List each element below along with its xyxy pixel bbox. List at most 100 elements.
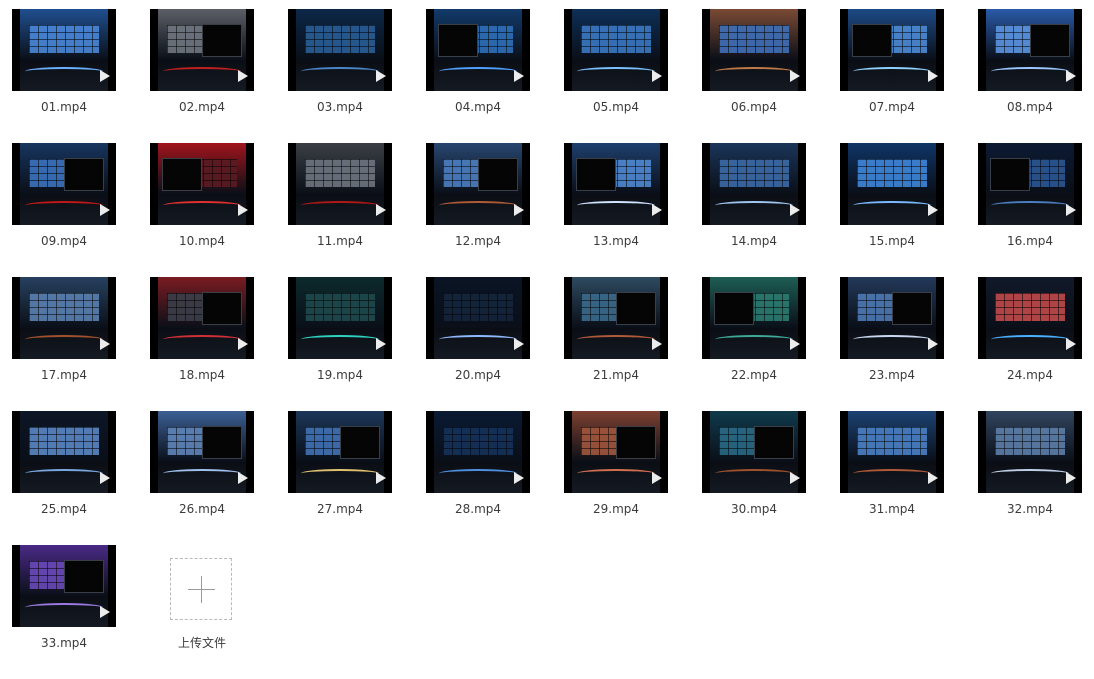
video-file-item[interactable]: 22.mp4 [702, 277, 806, 411]
play-icon[interactable] [514, 70, 524, 82]
video-thumbnail[interactable] [288, 143, 392, 225]
play-icon[interactable] [514, 472, 524, 484]
play-icon[interactable] [928, 204, 938, 216]
video-thumbnail[interactable] [12, 277, 116, 359]
play-icon[interactable] [376, 204, 386, 216]
play-icon[interactable] [652, 204, 662, 216]
video-thumbnail[interactable] [978, 143, 1082, 225]
video-thumbnail[interactable] [426, 277, 530, 359]
video-file-item[interactable]: 23.mp4 [840, 277, 944, 411]
video-thumbnail[interactable] [12, 9, 116, 91]
video-file-item[interactable]: 27.mp4 [288, 411, 392, 545]
video-file-item[interactable]: 02.mp4 [150, 9, 254, 143]
video-file-item[interactable]: 11.mp4 [288, 143, 392, 277]
video-file-item[interactable]: 15.mp4 [840, 143, 944, 277]
video-thumbnail[interactable] [12, 411, 116, 493]
play-icon[interactable] [376, 70, 386, 82]
play-icon[interactable] [100, 204, 110, 216]
video-file-item[interactable]: 20.mp4 [426, 277, 530, 411]
play-icon[interactable] [100, 70, 110, 82]
video-thumbnail[interactable] [840, 9, 944, 91]
video-thumbnail[interactable] [426, 143, 530, 225]
video-file-item[interactable]: 31.mp4 [840, 411, 944, 545]
video-file-item[interactable]: 01.mp4 [12, 9, 116, 143]
play-icon[interactable] [1066, 204, 1076, 216]
play-icon[interactable] [514, 204, 524, 216]
play-icon[interactable] [238, 70, 248, 82]
play-icon[interactable] [652, 472, 662, 484]
video-thumbnail[interactable] [426, 411, 530, 493]
play-icon[interactable] [238, 472, 248, 484]
video-thumbnail[interactable] [978, 9, 1082, 91]
video-file-item[interactable]: 26.mp4 [150, 411, 254, 545]
video-file-item[interactable]: 06.mp4 [702, 9, 806, 143]
play-icon[interactable] [100, 606, 110, 618]
video-thumbnail[interactable] [150, 143, 254, 225]
video-file-item[interactable]: 12.mp4 [426, 143, 530, 277]
video-file-item[interactable]: 24.mp4 [978, 277, 1082, 411]
video-file-item[interactable]: 16.mp4 [978, 143, 1082, 277]
video-thumbnail[interactable] [840, 411, 944, 493]
video-file-item[interactable]: 18.mp4 [150, 277, 254, 411]
video-file-item[interactable]: 13.mp4 [564, 143, 668, 277]
video-thumbnail[interactable] [702, 277, 806, 359]
video-file-item[interactable]: 29.mp4 [564, 411, 668, 545]
upload-file-button[interactable]: 上传文件 [150, 545, 254, 679]
video-file-item[interactable]: 04.mp4 [426, 9, 530, 143]
video-thumbnail[interactable] [150, 277, 254, 359]
video-thumbnail[interactable] [288, 277, 392, 359]
video-file-item[interactable]: 14.mp4 [702, 143, 806, 277]
play-icon[interactable] [928, 472, 938, 484]
play-icon[interactable] [376, 338, 386, 350]
play-icon[interactable] [652, 70, 662, 82]
play-icon[interactable] [790, 338, 800, 350]
video-file-item[interactable]: 03.mp4 [288, 9, 392, 143]
video-file-item[interactable]: 08.mp4 [978, 9, 1082, 143]
video-thumbnail[interactable] [702, 143, 806, 225]
play-icon[interactable] [1066, 472, 1076, 484]
video-thumbnail[interactable] [702, 9, 806, 91]
play-icon[interactable] [100, 472, 110, 484]
play-icon[interactable] [514, 338, 524, 350]
video-file-item[interactable]: 33.mp4 [12, 545, 116, 679]
video-file-item[interactable]: 19.mp4 [288, 277, 392, 411]
video-thumbnail[interactable] [150, 9, 254, 91]
video-thumbnail[interactable] [564, 143, 668, 225]
video-thumbnail[interactable] [288, 9, 392, 91]
video-file-item[interactable]: 17.mp4 [12, 277, 116, 411]
play-icon[interactable] [238, 338, 248, 350]
video-thumbnail[interactable] [840, 277, 944, 359]
video-thumbnail[interactable] [564, 411, 668, 493]
video-thumbnail[interactable] [564, 9, 668, 91]
play-icon[interactable] [652, 338, 662, 350]
play-icon[interactable] [928, 70, 938, 82]
video-thumbnail[interactable] [978, 411, 1082, 493]
play-icon[interactable] [376, 472, 386, 484]
video-thumbnail[interactable] [564, 277, 668, 359]
video-thumbnail[interactable] [150, 411, 254, 493]
play-icon[interactable] [790, 204, 800, 216]
play-icon[interactable] [238, 204, 248, 216]
play-icon[interactable] [928, 338, 938, 350]
video-thumbnail[interactable] [840, 143, 944, 225]
video-thumbnail[interactable] [426, 9, 530, 91]
video-file-item[interactable]: 25.mp4 [12, 411, 116, 545]
video-thumbnail[interactable] [288, 411, 392, 493]
video-thumbnail[interactable] [12, 545, 116, 627]
play-icon[interactable] [790, 472, 800, 484]
video-file-item[interactable]: 32.mp4 [978, 411, 1082, 545]
video-file-item[interactable]: 05.mp4 [564, 9, 668, 143]
video-file-item[interactable]: 09.mp4 [12, 143, 116, 277]
video-file-item[interactable]: 28.mp4 [426, 411, 530, 545]
plus-icon[interactable] [170, 558, 232, 620]
play-icon[interactable] [1066, 70, 1076, 82]
video-thumbnail[interactable] [978, 277, 1082, 359]
video-file-item[interactable]: 07.mp4 [840, 9, 944, 143]
play-icon[interactable] [100, 338, 110, 350]
video-thumbnail[interactable] [12, 143, 116, 225]
video-thumbnail[interactable] [702, 411, 806, 493]
video-file-item[interactable]: 21.mp4 [564, 277, 668, 411]
video-file-item[interactable]: 10.mp4 [150, 143, 254, 277]
play-icon[interactable] [790, 70, 800, 82]
play-icon[interactable] [1066, 338, 1076, 350]
